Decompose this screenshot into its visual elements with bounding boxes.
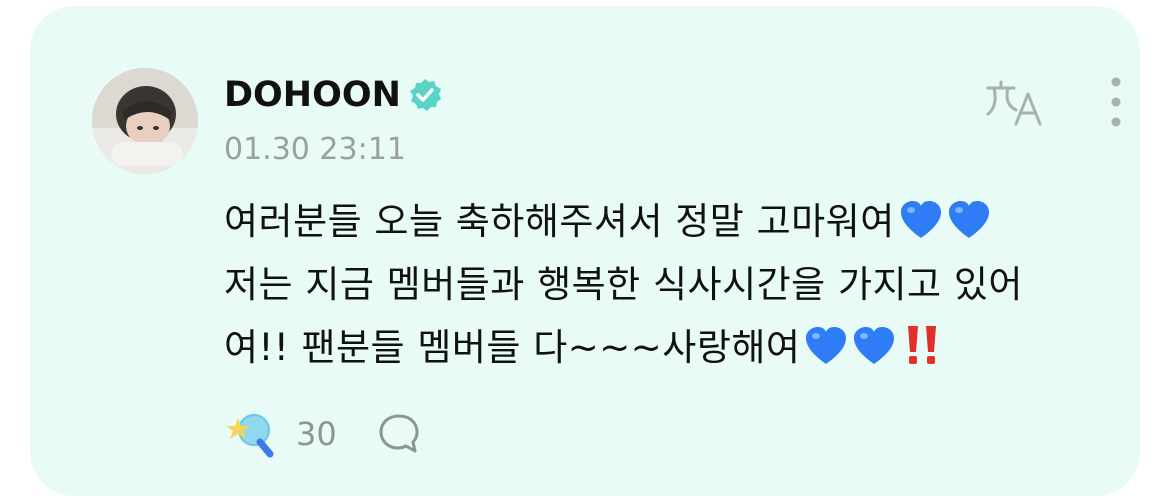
post-line-1: 여러분들 오늘 축하해주셔서 정말 고마워여 [224, 190, 1124, 253]
avatar[interactable] [92, 68, 198, 174]
post-line-2-text: 저는 지금 멤버들과 행복한 식사시간을 가지고 있어 [224, 263, 1023, 306]
blue-heart-emoji [854, 327, 895, 364]
blue-heart-emoji [806, 327, 847, 364]
post-line-2: 저는 지금 멤버들과 행복한 식사시간을 가지고 있어 [224, 253, 1124, 316]
blue-heart-emoji [948, 201, 989, 238]
post-line-3-text: 여!! 팬분들 멤버들 다~~~사랑해여 [224, 326, 801, 369]
post-timestamp: 01.30 23:11 [224, 132, 406, 167]
avatar-image [92, 68, 198, 174]
like-count: 30 [296, 415, 337, 453]
post-actions: 30 [224, 408, 421, 460]
post-line-1-text: 여러분들 오늘 축하해주셔서 정말 고마워여 [224, 200, 895, 243]
lightstick-star-icon[interactable] [224, 408, 276, 460]
more-vertical-icon[interactable] [1102, 76, 1130, 130]
double-exclamation-emoji [908, 326, 937, 364]
post-body: 여러분들 오늘 축하해주셔서 정말 고마워여 저는 지금 멤버들과 행복한 식사… [224, 190, 1124, 379]
translate-icon[interactable] [982, 76, 1050, 130]
author-name[interactable]: DOHOON [224, 75, 401, 115]
comment-bubble-icon[interactable] [377, 412, 421, 456]
author-row: DOHOON [224, 72, 443, 118]
post-line-3: 여!! 팬분들 멤버들 다~~~사랑해여 [224, 316, 1124, 379]
verified-check-icon [409, 79, 441, 111]
blue-heart-emoji [900, 201, 941, 238]
post-card: DOHOON 01.30 23:11 여러분들 오늘 축하해주셔서 정말 고마워… [30, 6, 1140, 496]
